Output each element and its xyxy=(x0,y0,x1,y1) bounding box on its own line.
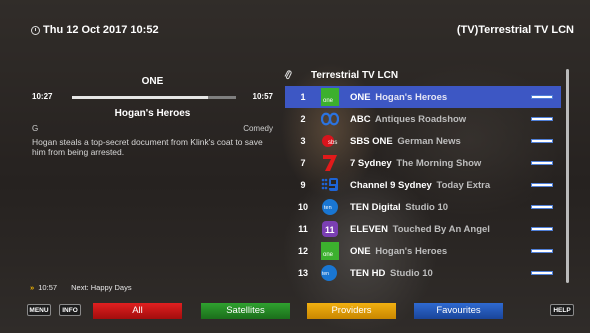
signal-bar xyxy=(531,183,553,187)
next-label: Next: Happy Days xyxy=(71,283,132,292)
programme-title: Hogan's Heroes xyxy=(114,108,191,119)
programme-progress-bar xyxy=(72,96,236,99)
svg-text:sbs: sbs xyxy=(328,140,337,146)
channel-row[interactable]: 13 ten TEN HD Studio 10 xyxy=(285,262,561,284)
synopsis: Hogan steals a top-secret document from … xyxy=(32,137,263,157)
channel-entry-text: ELEVEN Touched By An Angel xyxy=(350,224,490,235)
next-programme: » 10:57 Next: Happy Days xyxy=(30,283,132,292)
channel-list: 1 one ONE Hogan's Heroes 2 ABC Antiques Road… xyxy=(285,86,561,284)
network-name: (TV)Terrestrial TV LCN xyxy=(456,24,574,36)
bottom-key-bar: MENU INFO All Satellites Providers Favou… xyxy=(0,300,590,333)
current-channel-name: ONE xyxy=(141,76,164,87)
top-bar: Thu 12 Oct 2017 10:52 (TV)Terrestrial TV… xyxy=(0,0,590,40)
channel-number: 9 xyxy=(300,180,306,190)
signal-bar xyxy=(531,95,553,99)
progress-fill xyxy=(72,96,209,99)
channel-number: 10 xyxy=(297,202,308,212)
rating: G xyxy=(32,124,39,133)
channel-entry-text: TEN Digital Studio 10 xyxy=(350,202,448,213)
abc-logo xyxy=(320,110,340,128)
svg-text:11: 11 xyxy=(325,225,335,235)
svg-text:ten: ten xyxy=(324,205,332,211)
all-button[interactable]: All xyxy=(93,303,182,319)
date-time: Thu 12 Oct 2017 10:52 xyxy=(43,24,159,36)
signal-bar xyxy=(531,249,553,253)
channel-programme: Touched By An Angel xyxy=(390,224,490,235)
channel-programme: Hogan's Heroes xyxy=(372,246,448,257)
help-key[interactable]: HELP xyxy=(550,304,574,316)
end-time: 10:57 xyxy=(252,92,273,101)
channel-entry-text: ONE Hogan's Heroes xyxy=(350,246,447,257)
ten-logo: ten xyxy=(321,198,339,216)
channel-name: ONE xyxy=(350,246,371,257)
genre: Comedy xyxy=(243,124,273,133)
one-logo: one xyxy=(321,88,339,106)
channel-row[interactable]: 7 7 Sydney The Morning Show xyxy=(285,152,561,174)
channel-number: 12 xyxy=(297,246,308,256)
channel-row[interactable]: 1 one ONE Hogan's Heroes xyxy=(285,86,561,108)
signal-bar xyxy=(531,227,553,231)
svg-text:ten: ten xyxy=(322,271,329,277)
channel-row[interactable]: 11 11 ELEVEN Touched By An Angel xyxy=(285,218,561,240)
channel-entry-text: Channel 9 Sydney Today Extra xyxy=(350,180,490,191)
start-time: 10:27 xyxy=(32,92,53,101)
channel-programme: German News xyxy=(394,136,461,147)
channel-programme: Studio 10 xyxy=(387,268,433,279)
channel-programme: The Morning Show xyxy=(393,158,482,169)
channel-name: ONE xyxy=(350,92,371,103)
channel-entry-text: TEN HD Studio 10 xyxy=(350,268,433,279)
signal-bar xyxy=(531,139,553,143)
channel-programme: Hogan's Heroes xyxy=(372,92,448,103)
channel-name: ELEVEN xyxy=(350,224,389,235)
channel-number: 11 xyxy=(298,224,308,234)
channel-row[interactable]: 10 ten TEN Digital Studio 10 xyxy=(285,196,561,218)
channel-name: 7 Sydney xyxy=(350,158,392,169)
signal-bar xyxy=(531,161,553,165)
channel-number: 2 xyxy=(300,114,306,124)
channel-entry-text: ONE Hogan's Heroes xyxy=(350,92,447,103)
channel-number: 13 xyxy=(297,268,308,278)
channel-name: SBS ONE xyxy=(350,136,393,147)
channel-list-scrollbar[interactable] xyxy=(566,69,569,283)
channel-number: 7 xyxy=(300,158,306,168)
channel-name: Channel 9 Sydney xyxy=(350,180,432,191)
channel-number: 1 xyxy=(300,92,306,102)
channel-programme: Studio 10 xyxy=(402,202,449,213)
nine-logo xyxy=(321,176,339,194)
one-logo: one xyxy=(321,242,339,260)
svg-text:one: one xyxy=(323,98,334,104)
paperclip-icon xyxy=(284,70,292,80)
seven-logo xyxy=(321,154,339,172)
double-chevron-icon: » xyxy=(30,283,35,292)
clock-icon xyxy=(31,26,40,35)
sbs-logo: sbs xyxy=(321,132,339,150)
channel-programme: Today Extra xyxy=(433,180,491,191)
svg-text:one: one xyxy=(323,252,334,258)
channel-entry-text: 7 Sydney The Morning Show xyxy=(350,158,481,169)
next-time: 10:57 xyxy=(38,283,58,292)
signal-bar xyxy=(531,205,553,209)
providers-button[interactable]: Providers xyxy=(307,303,396,319)
menu-key[interactable]: MENU xyxy=(27,304,51,316)
signal-bar xyxy=(531,271,553,275)
info-key[interactable]: INFO xyxy=(59,304,81,316)
channel-programme: Antiques Roadshow xyxy=(372,114,467,125)
channel-row[interactable]: 12 one ONE Hogan's Heroes xyxy=(285,240,561,262)
eleven-logo: 11 xyxy=(321,220,339,238)
channel-row[interactable]: 2 ABC Antiques Roadshow xyxy=(285,108,561,130)
channel-number: 3 xyxy=(300,136,306,146)
channel-name: TEN HD xyxy=(350,268,386,279)
channel-row[interactable]: 3 sbs SBS ONE German News xyxy=(285,130,561,152)
channel-name: TEN Digital xyxy=(350,202,401,213)
channel-row[interactable]: 9 Channel 9 Sydney Today Extra xyxy=(285,174,561,196)
satellites-button[interactable]: Satellites xyxy=(201,303,290,319)
channel-list-title: Terrestrial TV LCN xyxy=(311,70,399,81)
channel-name: ABC xyxy=(350,114,371,125)
tenhd-logo: ten xyxy=(321,264,339,282)
channel-entry-text: ABC Antiques Roadshow xyxy=(350,114,466,125)
favourites-button[interactable]: Favourites xyxy=(414,303,503,319)
signal-bar xyxy=(531,117,553,121)
channel-entry-text: SBS ONE German News xyxy=(350,136,461,147)
